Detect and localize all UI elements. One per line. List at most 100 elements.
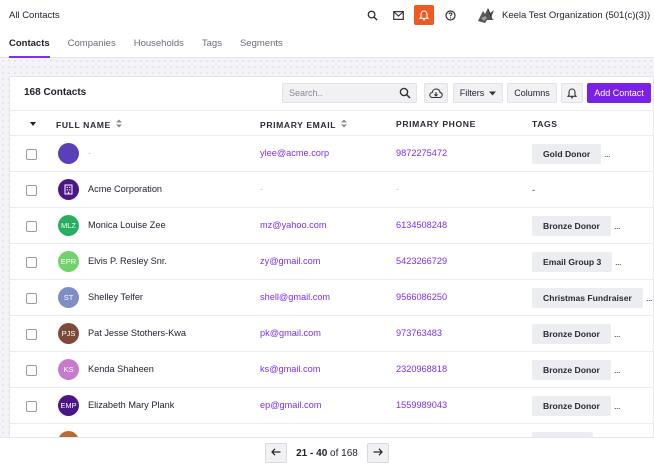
pagination-info: 21 - 40 of 168: [296, 448, 358, 459]
search-input[interactable]: [283, 88, 395, 98]
column-header-name[interactable]: FULL NAME: [56, 119, 122, 130]
previous-page-button[interactable]: [265, 443, 288, 463]
more-tags-indicator[interactable]: ...: [615, 257, 622, 267]
more-tags-indicator[interactable]: ...: [614, 365, 621, 375]
table-row[interactable]: - ylee@acme.corp 9872275472 Gold Donor...: [10, 136, 653, 172]
table-row[interactable]: Acme Corporation - - -: [10, 172, 653, 208]
table-row[interactable]: EMP Elizabeth Mary Plank ep@gmail.com 15599…: [10, 388, 653, 424]
tag-badge[interactable]: Gold Donor: [532, 144, 602, 164]
table-row[interactable]: ST Shelley Telfer shell@gmail.com 956608625…: [10, 280, 653, 316]
contact-phone[interactable]: 6134508248: [396, 220, 447, 230]
next-page-button[interactable]: [366, 443, 389, 463]
contact-phone: -: [396, 184, 400, 194]
row-checkbox[interactable]: [26, 221, 37, 232]
cloud-download-icon: [429, 87, 443, 99]
chevron-down-icon: [489, 91, 497, 96]
avatar: PJS: [58, 323, 79, 344]
contact-phone[interactable]: 2320968818: [396, 364, 447, 374]
tab-contacts[interactable]: Contacts: [9, 30, 50, 58]
tag-badge[interactable]: Bronze Donor: [532, 324, 611, 344]
organization-logo-icon: [476, 5, 496, 25]
tag-badge[interactable]: Bronze Donor: [532, 360, 611, 380]
section-tabs: Contacts Companies Households Tags Segme…: [0, 30, 654, 58]
contact-email[interactable]: ylee@acme.corp: [260, 148, 329, 158]
contact-email[interactable]: ks@gmail.com: [260, 364, 320, 374]
filters-button[interactable]: Filters: [453, 83, 503, 103]
column-header-phone[interactable]: PRIMARY PHONE: [396, 119, 476, 129]
organization-switcher[interactable]: Keela Test Organization (501(c)(3)): [476, 5, 650, 25]
column-header-email[interactable]: PRIMARY EMAIL: [260, 119, 348, 130]
avatar: EPR: [58, 251, 79, 272]
contact-phone[interactable]: 5423266729: [396, 256, 447, 266]
tag-badge[interactable]: Bronze Donor: [532, 396, 611, 416]
search-box: [282, 83, 417, 103]
contact-phone[interactable]: 1559989043: [396, 400, 447, 410]
tab-households[interactable]: Households: [134, 30, 184, 57]
contact-name[interactable]: Pat Jesse Stothers-Kwa: [88, 328, 186, 338]
more-tags-indicator[interactable]: ...: [604, 149, 611, 159]
more-tags-indicator[interactable]: ...: [614, 221, 621, 231]
contact-name[interactable]: Elvis P. Resley Snr.: [88, 256, 167, 266]
tag-badge[interactable]: Bronze Donor: [532, 216, 611, 236]
arrow-right-icon: [373, 447, 383, 459]
pagination-of: of: [330, 447, 339, 459]
search-icon[interactable]: [399, 87, 412, 100]
search-icon[interactable]: [362, 5, 382, 25]
more-tags-indicator[interactable]: ...: [614, 329, 621, 339]
contact-phone[interactable]: 9872275472: [396, 148, 447, 158]
tab-companies[interactable]: Companies: [68, 30, 116, 57]
tab-segments[interactable]: Segments: [240, 30, 283, 57]
row-checkbox[interactable]: [26, 185, 37, 196]
organization-name: Keela Test Organization (501(c)(3)): [502, 9, 651, 21]
contact-email[interactable]: mz@yahoo.com: [260, 220, 327, 230]
contact-name[interactable]: Shelley Telfer: [88, 292, 143, 302]
row-checkbox[interactable]: [26, 293, 37, 304]
table-header: FULL NAME PRIMARY EMAIL PRIMARY PHONE TA…: [10, 110, 653, 136]
pagination-range: 21 - 40: [296, 447, 328, 459]
more-tags-indicator[interactable]: ...: [646, 293, 653, 303]
tag-badge[interactable]: Email Group 3: [532, 252, 613, 272]
add-contact-button[interactable]: Add Contact: [587, 83, 651, 103]
contact-name[interactable]: Acme Corporation: [88, 184, 162, 194]
top-icons: [362, 5, 466, 25]
tag-badge[interactable]: Christmas Fundraiser: [532, 288, 643, 308]
row-checkbox[interactable]: [26, 257, 37, 268]
table-row[interactable]: MLZ Monica Louise Zee mz@yahoo.com 61345082…: [10, 208, 653, 244]
row-checkbox[interactable]: [26, 149, 37, 160]
contact-email[interactable]: zy@gmail.com: [260, 256, 320, 266]
contact-phone[interactable]: 973763483: [396, 328, 442, 338]
row-checkbox[interactable]: [26, 365, 37, 376]
more-tags-indicator[interactable]: ...: [614, 401, 621, 411]
contacts-table-body: - ylee@acme.corp 9872275472 Gold Donor... Ac…: [10, 136, 653, 460]
table-row[interactable]: PJS Pat Jesse Stothers-Kwa pk@gmail.com 973…: [10, 316, 653, 352]
avatar: MLZ: [58, 215, 79, 236]
column-header-tags[interactable]: TAGS: [532, 119, 558, 129]
contact-email[interactable]: pk@gmail.com: [260, 328, 321, 338]
contact-phone[interactable]: 9566086250: [396, 292, 447, 302]
contact-name[interactable]: Elizabeth Mary Plank: [88, 400, 174, 410]
bell-icon[interactable]: [414, 5, 434, 25]
help-icon[interactable]: [440, 5, 460, 25]
avatar: KS: [58, 359, 79, 380]
contact-name: -: [88, 148, 92, 158]
contact-email[interactable]: shell@gmail.com: [260, 292, 330, 302]
tab-tags[interactable]: Tags: [202, 30, 222, 57]
select-all-dropdown-icon[interactable]: [30, 122, 36, 126]
row-checkbox[interactable]: [26, 401, 37, 412]
mail-icon[interactable]: [388, 5, 408, 25]
panel-header: 168 Contacts Filters Columns Add Contact: [10, 77, 653, 110]
contacts-count: 168 Contacts: [24, 87, 87, 98]
table-row[interactable]: EPR Elvis P. Resley Snr. zy@gmail.com 54232…: [10, 244, 653, 280]
contact-email[interactable]: ep@gmail.com: [260, 400, 321, 410]
sort-icon: [115, 119, 122, 130]
pagination-total: 168: [341, 447, 358, 459]
avatar: ST: [58, 287, 79, 308]
sort-icon: [341, 119, 348, 130]
row-checkbox[interactable]: [26, 329, 37, 340]
contact-name[interactable]: Monica Louise Zee: [88, 220, 166, 230]
contact-name[interactable]: Kenda Shaheen: [88, 364, 154, 374]
notify-button[interactable]: [561, 83, 583, 103]
table-row[interactable]: KS Kenda Shaheen ks@gmail.com 2320968818 Bro…: [10, 352, 653, 388]
columns-button[interactable]: Columns: [507, 83, 557, 103]
cloud-download-button[interactable]: [424, 83, 448, 103]
